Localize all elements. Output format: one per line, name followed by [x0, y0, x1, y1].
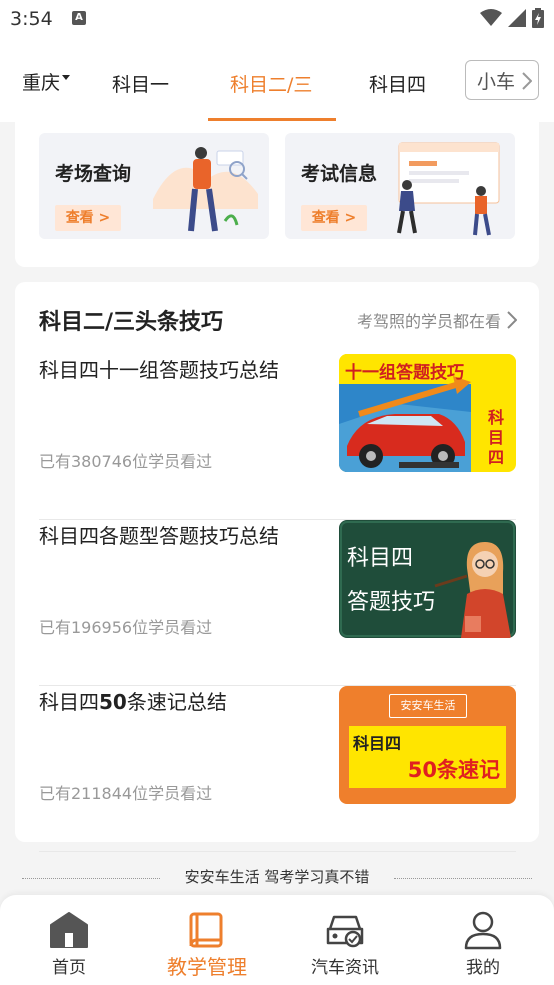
tab-subject-2-3[interactable]: 科目二/三	[230, 70, 312, 97]
teacher-illustration	[340, 521, 515, 638]
article-title: 科目四50条速记总结	[39, 686, 227, 715]
nav-label: 教学管理	[167, 955, 247, 979]
thumb-badge-char: 四	[487, 448, 504, 467]
exam-venue-view-button[interactable]: 查看 >	[55, 205, 121, 231]
tab-small-car[interactable]: 小车	[465, 60, 539, 100]
venue-illustration	[153, 147, 258, 232]
article-title-prefix: 科目四	[39, 690, 99, 714]
tips-more-link[interactable]: 考驾照的学员都在看	[357, 308, 517, 332]
slogan-text: 安安车生活 驾考学习真不错	[184, 868, 370, 886]
article-thumbnail: 安安车生活 科目四 50条速记	[339, 686, 516, 804]
divider	[394, 878, 532, 879]
thumb-badge-char: 目	[487, 428, 504, 447]
active-tab-indicator	[208, 118, 336, 121]
info-illustration	[397, 142, 500, 236]
nav-home[interactable]: 首页	[0, 909, 138, 978]
article-thumbnail: 十一组答题技巧 科 目 四	[339, 354, 516, 472]
footer-slogan: 安安车生活 驾考学习真不错	[22, 866, 532, 890]
article-view-count: 已有196956位学员看过	[39, 618, 213, 637]
status-icons	[480, 8, 544, 28]
book-icon	[138, 909, 276, 951]
notification-badge-icon: A	[72, 11, 86, 25]
article-item[interactable]: 科目四各题型答题技巧总结 已有196956位学员看过 科目四 答题技巧	[39, 520, 516, 686]
thumb-line-2: 50条速记	[407, 758, 500, 782]
tips-more-label: 考驾照的学员都在看	[356, 312, 501, 331]
thumb-line-1: 科目四	[347, 546, 414, 571]
battery-icon	[532, 8, 544, 28]
wifi-icon	[480, 9, 502, 26]
bottom-navigation: 首页 教学管理 汽车资讯 我的	[0, 895, 554, 985]
thumb-title: 十一组答题技巧	[345, 363, 464, 383]
exam-info-view-button[interactable]: 查看 >	[301, 205, 367, 231]
article-view-count: 已有380746位学员看过	[39, 452, 213, 471]
thumb-logo: 安安车生活	[389, 694, 467, 718]
chevron-right-icon	[507, 311, 517, 329]
chevron-right-icon	[522, 72, 532, 90]
subject-tab-bar: 重庆 科目一 科目二/三 科目四 小车	[0, 38, 554, 122]
thumb-line-1: 科目四	[353, 734, 402, 753]
thumb-logo-text: 安安车生活	[400, 699, 456, 712]
status-time: 3:54	[10, 8, 53, 30]
status-bar: 3:54 A	[0, 0, 554, 38]
article-title: 科目四十一组答题技巧总结	[39, 358, 279, 382]
user-icon	[414, 909, 552, 951]
tips-section: 科目二/三头条技巧 考驾照的学员都在看 科目四十一组答题技巧总结 已有38074…	[15, 282, 539, 852]
nav-teaching-management[interactable]: 教学管理	[138, 909, 276, 980]
article-title-suffix: 条速记总结	[126, 690, 227, 714]
thumb-badge: 科 目 四	[484, 408, 508, 468]
thumb-badge-char: 科	[487, 408, 504, 427]
tab-small-car-label: 小车	[477, 71, 516, 93]
nav-label: 我的	[466, 958, 500, 978]
tab-subject-1[interactable]: 科目一	[112, 70, 169, 97]
article-thumbnail: 科目四 答题技巧	[339, 520, 516, 638]
article-item[interactable]: 科目四十一组答题技巧总结 已有380746位学员看过 十一组答题技巧 科 目 四	[39, 354, 516, 520]
article-item[interactable]: 科目四50条速记总结 已有211844位学员看过 安安车生活 科目四 50条速记	[39, 686, 516, 852]
home-icon	[0, 909, 138, 951]
thumb-yellow-panel: 科目四 50条速记	[349, 726, 506, 788]
article-title-number: 50	[99, 690, 127, 714]
car-icon	[276, 909, 414, 951]
article-view-count: 已有211844位学员看过	[39, 784, 213, 803]
tab-subject-4[interactable]: 科目四	[369, 70, 426, 97]
nav-car-news[interactable]: 汽车资讯	[276, 909, 414, 978]
exam-info-card[interactable]: 考试信息 查看 >	[285, 133, 515, 239]
tips-heading: 科目二/三头条技巧	[39, 310, 224, 335]
signal-icon	[508, 9, 526, 27]
exam-venue-card[interactable]: 考场查询 查看 >	[39, 133, 269, 239]
city-label: 重庆	[22, 72, 61, 94]
exam-info-title: 考试信息	[301, 163, 378, 185]
nav-profile[interactable]: 我的	[414, 909, 552, 978]
nav-label: 汽车资讯	[311, 958, 379, 978]
city-selector[interactable]: 重庆	[22, 68, 71, 95]
article-title: 科目四各题型答题技巧总结	[39, 524, 279, 548]
caret-down-icon	[62, 75, 71, 80]
nav-label: 首页	[52, 958, 86, 978]
thumb-line-2: 答题技巧	[347, 590, 436, 615]
exam-venue-title: 考场查询	[55, 163, 132, 185]
quick-access-card: 考场查询 查看 > 考试信息 查看 >	[15, 122, 539, 267]
